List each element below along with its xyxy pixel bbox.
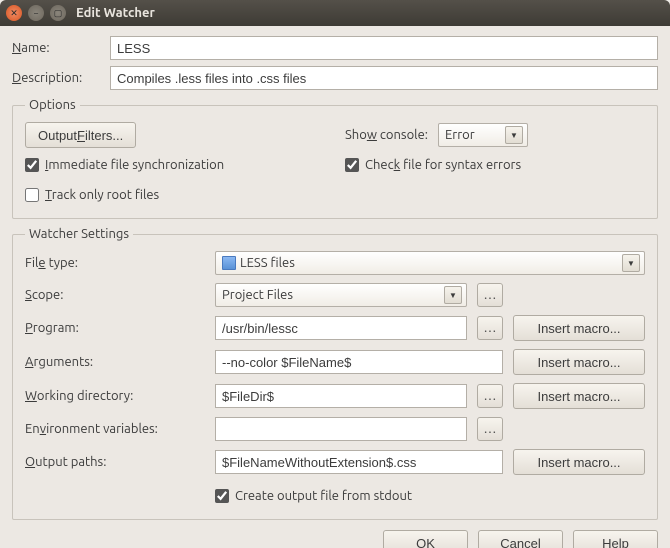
maximize-icon[interactable]: ▢: [50, 5, 66, 21]
show-console-label: Show console:: [345, 128, 428, 142]
description-input[interactable]: [110, 66, 658, 90]
output-paths-input[interactable]: [215, 450, 503, 474]
watcher-settings-legend: Watcher Settings: [25, 227, 133, 241]
env-vars-browse-button[interactable]: …: [477, 417, 503, 441]
filetype-label: File type:: [25, 256, 205, 270]
scope-select[interactable]: Project Files ▼: [215, 283, 467, 307]
immediate-sync-checkbox[interactable]: [25, 158, 39, 172]
working-dir-label: Working directory:: [25, 389, 205, 403]
env-vars-input[interactable]: [215, 417, 467, 441]
dialog-footer: OK Cancel Help: [12, 520, 658, 548]
chevron-down-icon: ▼: [622, 254, 640, 272]
program-insert-macro-button[interactable]: Insert macro...: [513, 315, 645, 341]
cancel-button[interactable]: Cancel: [478, 530, 563, 548]
scope-value: Project Files: [222, 288, 293, 302]
output-paths-label: Output paths:: [25, 455, 205, 469]
working-dir-insert-macro-button[interactable]: Insert macro...: [513, 383, 645, 409]
chevron-down-icon: ▼: [505, 126, 523, 144]
description-label: Description:: [12, 71, 102, 85]
create-stdout-checkbox[interactable]: [215, 489, 229, 503]
working-dir-browse-button[interactable]: …: [477, 384, 503, 408]
minimize-icon[interactable]: −: [28, 5, 44, 21]
name-input[interactable]: [110, 36, 658, 60]
working-dir-input[interactable]: [215, 384, 467, 408]
program-label: Program:: [25, 321, 205, 335]
arguments-label: Arguments:: [25, 355, 205, 369]
immediate-sync-label: Immediate file synchronization: [45, 158, 224, 172]
dialog-body: Name: Description: Options Output Filter…: [0, 26, 670, 548]
arguments-insert-macro-button[interactable]: Insert macro...: [513, 349, 645, 375]
less-file-icon: [222, 256, 236, 270]
window-title: Edit Watcher: [76, 6, 155, 20]
watcher-settings-fieldset: Watcher Settings File type: LESS files ▼…: [12, 227, 658, 520]
arguments-input[interactable]: [215, 350, 503, 374]
show-console-select[interactable]: Error ▼: [438, 123, 528, 147]
options-legend: Options: [25, 98, 80, 112]
show-console-value: Error: [445, 128, 475, 142]
track-root-label: Track only root files: [45, 188, 159, 202]
create-stdout-label: Create output file from stdout: [235, 489, 412, 503]
program-input[interactable]: [215, 316, 467, 340]
titlebar: ✕ − ▢ Edit Watcher: [0, 0, 670, 26]
output-insert-macro-button[interactable]: Insert macro...: [513, 449, 645, 475]
env-vars-label: Environment variables:: [25, 422, 205, 436]
check-syntax-checkbox[interactable]: [345, 158, 359, 172]
close-icon[interactable]: ✕: [6, 5, 22, 21]
check-syntax-label: Check file for syntax errors: [365, 158, 521, 172]
scope-label: Scope:: [25, 288, 205, 302]
program-browse-button[interactable]: …: [477, 316, 503, 340]
filetype-select[interactable]: LESS files ▼: [215, 251, 645, 275]
help-button[interactable]: Help: [573, 530, 658, 548]
filetype-value: LESS files: [240, 256, 295, 270]
track-root-checkbox[interactable]: [25, 188, 39, 202]
scope-browse-button[interactable]: …: [477, 283, 503, 307]
options-fieldset: Options Output Filters... Show console: …: [12, 98, 658, 219]
output-filters-button[interactable]: Output Filters...: [25, 122, 136, 148]
chevron-down-icon: ▼: [444, 286, 462, 304]
ok-button[interactable]: OK: [383, 530, 468, 548]
name-label: Name:: [12, 41, 102, 55]
